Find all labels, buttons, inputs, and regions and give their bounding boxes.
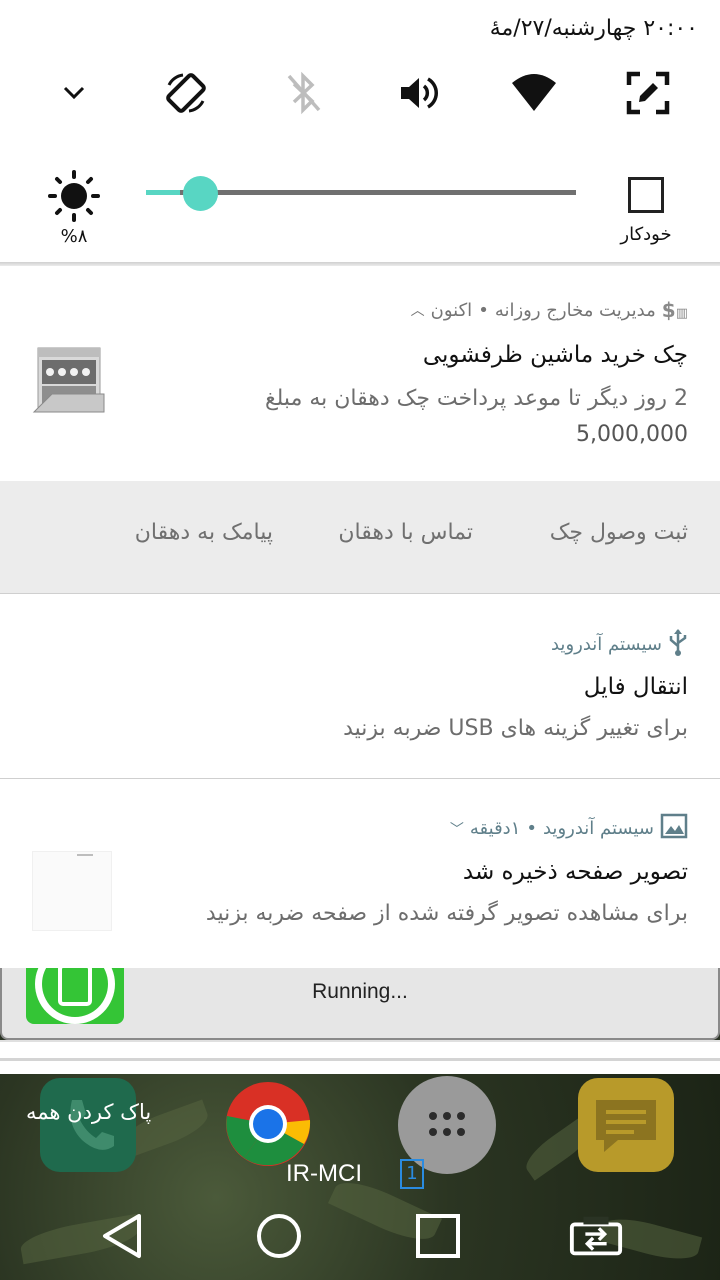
auto-brightness-checkbox[interactable]: [628, 177, 664, 213]
status-datetime: ۲۰:۰۰ چهارشنبه/۲۷/مهٔ: [489, 16, 698, 41]
home-icon[interactable]: [251, 1208, 307, 1264]
running-card[interactable]: [0, 968, 720, 1040]
phone-app-icon[interactable]: [40, 1078, 136, 1172]
action-call[interactable]: تماس با دهقان: [338, 520, 473, 545]
usb-icon: [668, 628, 688, 661]
image-icon: [660, 813, 688, 844]
timestamp: ۱دقیقه: [469, 818, 521, 839]
notification-header: سیستم آندروید • ۱دقیقه ﹀: [450, 813, 688, 844]
screenshot-thumbnail: [32, 851, 112, 931]
dot-separator: •: [526, 818, 537, 839]
bluetooth-off-icon[interactable]: [276, 68, 332, 118]
app-name: سیستم آندروید: [550, 634, 662, 655]
dot-separator: •: [478, 299, 489, 321]
notification-text: 2 روز دیگر تا موعد پرداخت چک دهقان به مب…: [264, 386, 688, 411]
action-sms[interactable]: پیامک به دهقان: [135, 520, 273, 545]
expand-icon[interactable]: [46, 68, 102, 118]
action-register-check[interactable]: ثبت وصول چک: [550, 520, 688, 545]
dishwasher-thumbnail: [32, 342, 106, 416]
notification-header: سیستم آندروید: [551, 628, 688, 661]
notification-title: تصویر صفحه ذخیره شد: [462, 859, 688, 885]
chevron-down-icon[interactable]: ﹀: [450, 819, 464, 839]
notification-amount: 5,000,000: [576, 422, 688, 447]
app-name: مدیریت مخارج روزانه: [494, 299, 656, 321]
recents-icon[interactable]: [410, 1208, 466, 1264]
back-icon[interactable]: [94, 1208, 150, 1264]
usb-notification[interactable]: سیستم آندروید انتقال فایل برای تغییر گزی…: [0, 594, 720, 778]
carrier-label: IR-MCI: [286, 1160, 362, 1187]
separator-line: [0, 1058, 720, 1061]
separator-strip: [0, 1040, 720, 1074]
app-name: سیستم آندروید: [542, 818, 654, 839]
brightness-slider[interactable]: [146, 176, 576, 211]
expense-notification[interactable]: $▥ مدیریت مخارج روزانه • اکنون ︿ چک خرید…: [0, 266, 720, 481]
chrome-app-icon[interactable]: [224, 1080, 312, 1168]
chevron-up-icon[interactable]: ︿: [411, 300, 425, 320]
notification-text: برای تغییر گزینه های USB ضربه بزنید: [343, 716, 688, 741]
rotate-icon[interactable]: [158, 68, 214, 118]
running-label: Running...: [312, 980, 408, 1003]
screen-switch-icon[interactable]: [568, 1208, 624, 1264]
wifi-icon[interactable]: [506, 68, 562, 118]
clear-all-button[interactable]: پاک کردن همه: [26, 1100, 151, 1124]
notification-title: انتقال فایل: [583, 674, 688, 700]
screenshot-notification[interactable]: سیستم آندروید • ۱دقیقه ﹀ تصویر صفحه ذخیر…: [0, 779, 720, 968]
notification-header: $▥ مدیریت مخارج روزانه • اکنون ︿: [411, 298, 688, 322]
notification-text: برای مشاهده تصویر گرفته شده از صفحه ضربه…: [205, 901, 688, 926]
slider-thumb[interactable]: [183, 176, 218, 211]
quick-settings-panel: ۲۰:۰۰ چهارشنبه/۲۷/مهٔ %۸ خودکار: [0, 0, 720, 264]
timestamp: اکنون: [430, 299, 473, 321]
messages-app-icon[interactable]: [578, 1078, 674, 1172]
brightness-icon: [46, 168, 102, 224]
notification-title: چک خرید ماشین ظرفشویی: [422, 342, 688, 368]
slider-fill: [146, 190, 180, 195]
brightness-value: %۸: [60, 226, 88, 247]
dollar-app-icon: $▥: [661, 298, 688, 322]
volume-icon[interactable]: [390, 68, 446, 118]
auto-brightness-label: خودکار: [620, 224, 672, 245]
screenshot-edit-icon[interactable]: [620, 68, 676, 118]
sim-slot-badge: 1: [400, 1159, 424, 1189]
